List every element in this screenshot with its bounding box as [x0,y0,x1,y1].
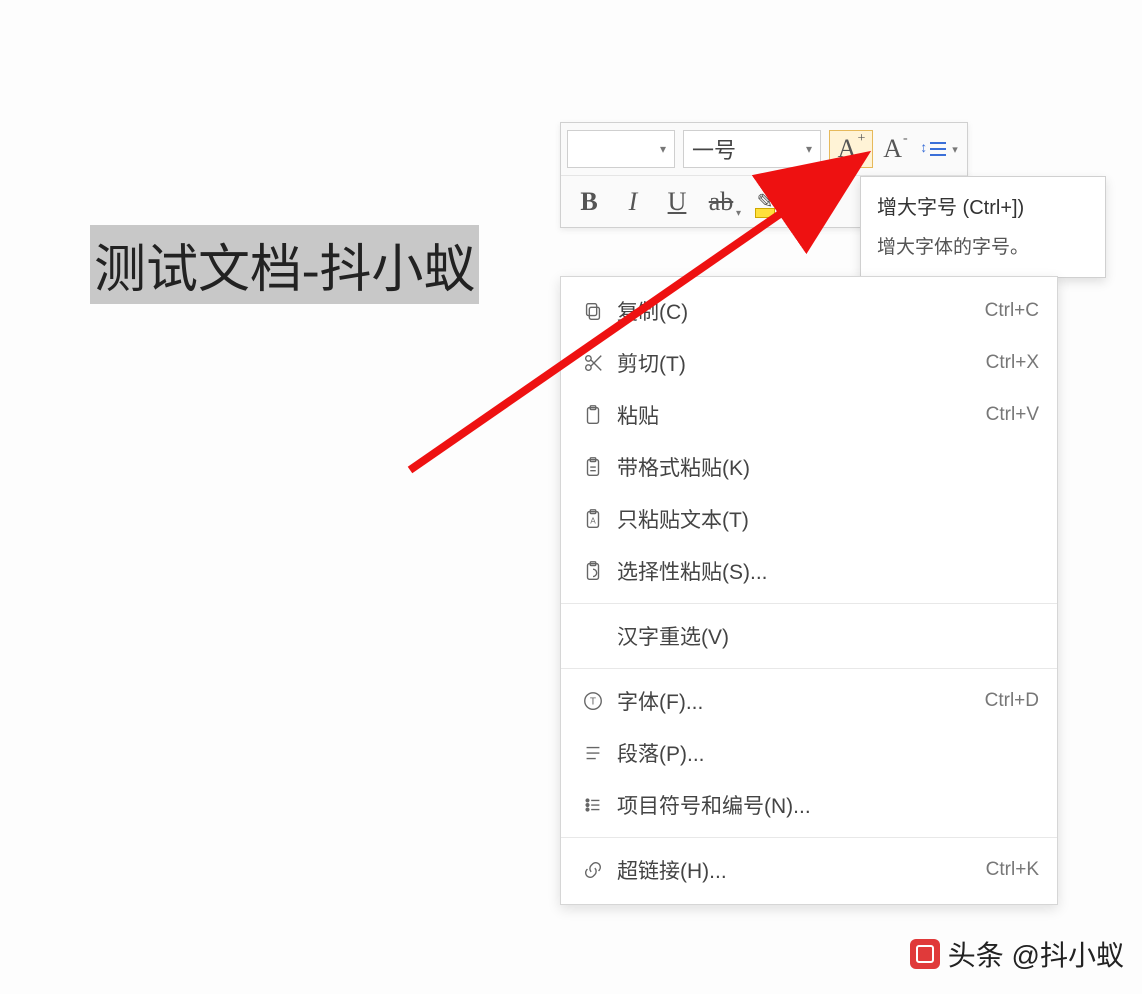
clipboard-special-icon [575,560,611,582]
menu-label: 段落(P)... [611,738,1039,768]
strike-glyph: ab [709,187,734,217]
scissors-icon [575,352,611,374]
highlight-swatch [755,208,775,218]
increase-font-button[interactable]: A+ [829,130,873,168]
menu-item-copy[interactable]: 复制(C) Ctrl+C [561,285,1057,337]
underline-button[interactable]: U [655,183,699,221]
menu-separator [561,668,1057,669]
menu-separator [561,603,1057,604]
clipboard-format-icon [575,456,611,478]
clipboard-text-icon: A [575,508,611,530]
menu-item-cut[interactable]: 剪切(T) Ctrl+X [561,337,1057,389]
paragraph-icon [575,742,611,764]
font-size-value: 一号 [684,133,798,165]
watermark-logo-icon [910,939,940,969]
menu-shortcut: Ctrl+V [986,404,1039,426]
tooltip-description: 增大字体的字号。 [877,232,1089,259]
menu-item-bullets[interactable]: 项目符号和编号(N)... [561,779,1057,831]
menu-item-reselect-hanzi[interactable]: 汉字重选(V) [561,610,1057,662]
font-color-glyph: A [800,187,819,217]
copy-icon [575,300,611,322]
menu-label: 复制(C) [611,296,985,326]
increase-font-glyph: A [838,134,857,164]
menu-item-paste-special[interactable]: 选择性粘贴(S)... [561,545,1057,597]
menu-item-paragraph[interactable]: 段落(P)... [561,727,1057,779]
highlight-color-button[interactable]: ✎ [743,183,787,221]
menu-shortcut: Ctrl+C [985,300,1039,322]
context-menu: 复制(C) Ctrl+C 剪切(T) Ctrl+X 粘贴 Ctrl+V 带格式粘… [560,276,1058,905]
svg-text:T: T [590,697,596,708]
menu-item-paste-format[interactable]: 带格式粘贴(K) [561,441,1057,493]
menu-label: 只粘贴文本(T) [611,504,1039,534]
menu-label: 剪切(T) [611,348,986,378]
font-color-swatch [799,214,819,217]
plus-icon: + [857,131,865,147]
menu-label: 项目符号和编号(N)... [611,790,1039,820]
menu-label: 字体(F)... [611,686,985,716]
document-area: 测试文档-抖小蚁 [90,225,479,304]
menu-label: 汉字重选(V) [611,621,1039,651]
selected-text[interactable]: 测试文档-抖小蚁 [90,225,479,304]
chevron-down-icon[interactable]: ▾ [952,143,958,156]
list-icon [575,794,611,816]
menu-item-hyperlink[interactable]: 超链接(H)... Ctrl+K [561,844,1057,896]
chevron-down-icon[interactable]: ▾ [798,142,820,156]
italic-button[interactable]: I [611,183,655,221]
chevron-down-icon[interactable]: ▾ [736,208,741,219]
menu-label: 带格式粘贴(K) [611,452,1039,482]
menu-shortcut: Ctrl+X [986,352,1039,374]
svg-text:A: A [590,517,596,526]
clipboard-icon [575,404,611,426]
tooltip-title: 增大字号 (Ctrl+]) [877,191,1089,220]
menu-separator [561,837,1057,838]
decrease-font-glyph: A [883,134,902,164]
menu-item-paste-text[interactable]: A 只粘贴文本(T) [561,493,1057,545]
watermark: 头条 @抖小蚁 [910,934,1124,974]
menu-shortcut: Ctrl+D [985,690,1039,712]
font-t-icon: T [575,690,611,712]
chevron-down-icon[interactable]: ▾ [652,142,674,156]
menu-item-paste[interactable]: 粘贴 Ctrl+V [561,389,1057,441]
menu-label: 粘贴 [611,400,986,430]
watermark-text: 头条 @抖小蚁 [948,934,1124,974]
strikethrough-button[interactable]: ab ▾ [699,183,743,221]
bold-button[interactable]: B [567,183,611,221]
link-icon [575,859,611,881]
toolbar-row-1: ▾ 一号 ▾ A+ A- ↕ ▾ [561,123,967,175]
tooltip: 增大字号 (Ctrl+]) 增大字体的字号。 [860,176,1106,278]
font-color-button[interactable]: A [787,183,831,221]
line-spacing-icon: ↕ [920,141,946,157]
decrease-font-button[interactable]: A- [873,130,917,168]
font-size-combo[interactable]: 一号 ▾ [683,130,821,168]
menu-shortcut: Ctrl+K [986,859,1039,881]
menu-item-font[interactable]: T 字体(F)... Ctrl+D [561,675,1057,727]
line-spacing-button[interactable]: ↕ ▾ [917,130,961,168]
menu-label: 超链接(H)... [611,855,986,885]
font-name-combo[interactable]: ▾ [567,130,675,168]
menu-label: 选择性粘贴(S)... [611,556,1039,586]
minus-icon: - [903,131,908,147]
